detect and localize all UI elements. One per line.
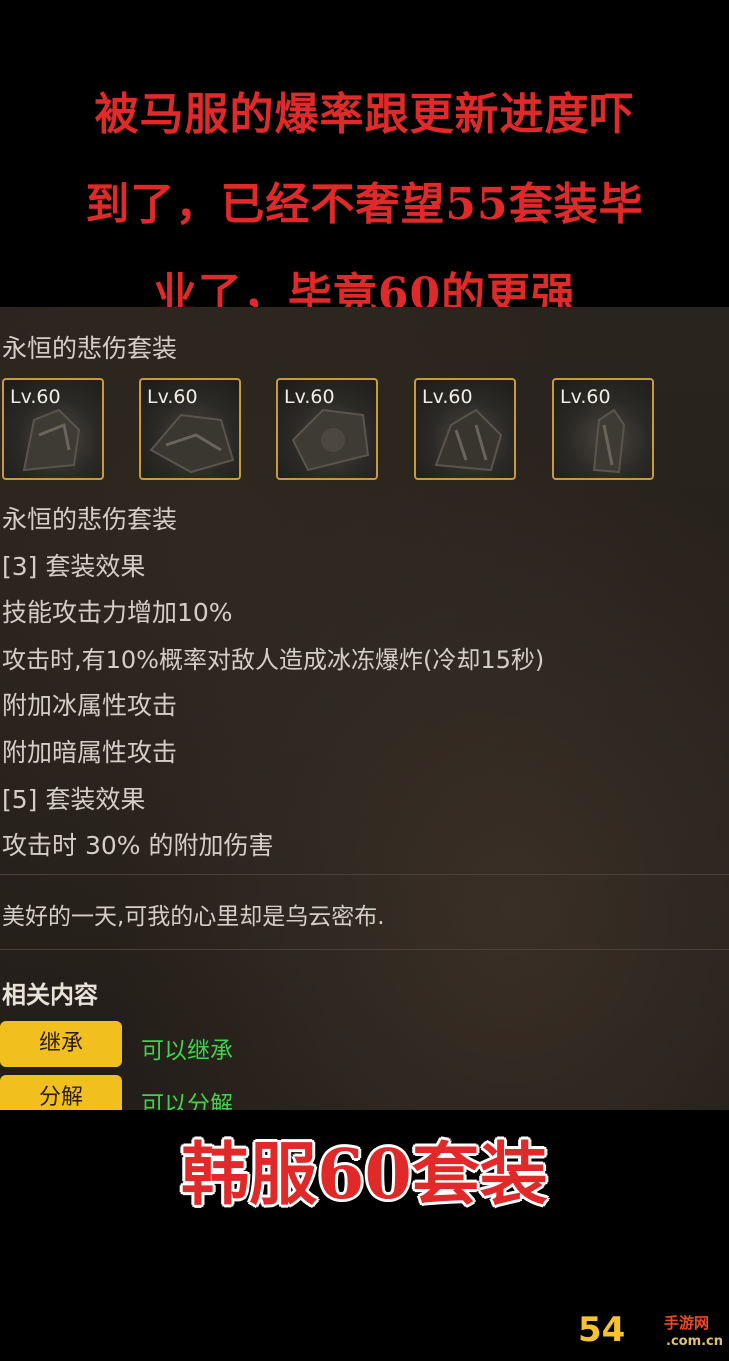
item-slot-4[interactable]: Lv.60 — [414, 378, 516, 480]
site-watermark: 54 手游网 .com.cn — [578, 1310, 728, 1358]
disassemble-note: 可以分解 — [141, 1092, 233, 1110]
inherit-button[interactable]: 继承 — [0, 1021, 122, 1067]
caption-line-1: 被马服的爆率跟更新进度吓 — [94, 89, 635, 140]
set-effect-line: 攻击时,有10%概率对敌人造成冰冻爆炸(冷却15秒) — [2, 646, 545, 674]
set-name: 永恒的悲伤套装 — [2, 505, 178, 534]
set-effect-5-header: [5] 套装效果 — [2, 785, 146, 814]
item-slot-5[interactable]: Lv.60 — [552, 378, 654, 480]
set-effect-line: 附加暗属性攻击 — [2, 738, 178, 767]
item-slot-1[interactable]: Lv.60 — [2, 378, 104, 480]
divider — [0, 949, 729, 950]
divider — [0, 874, 729, 875]
set-effect-line: 攻击时 30% 的附加伤害 — [2, 831, 274, 860]
item-slot-2[interactable]: Lv.60 — [139, 378, 241, 480]
set-effect-line: 技能攻击力增加10% — [2, 598, 233, 627]
item-level: Lv.60 — [560, 386, 611, 408]
watermark-logo: 54 — [578, 1310, 626, 1350]
item-level: Lv.60 — [147, 386, 198, 408]
bottom-caption: 韩服60套装 — [181, 1135, 548, 1215]
set-effect-line: 附加冰属性攻击 — [2, 691, 178, 720]
item-slot-3[interactable]: Lv.60 — [276, 378, 378, 480]
item-level: Lv.60 — [422, 386, 473, 408]
watermark-domain: .com.cn — [666, 1334, 724, 1349]
set-effect-3-header: [3] 套装效果 — [2, 552, 146, 581]
flavor-text: 美好的一天,可我的心里却是乌云密布. — [2, 904, 385, 930]
caption-line-2: 到了，已经不奢望55套装毕 — [85, 179, 644, 230]
item-level: Lv.60 — [284, 386, 335, 408]
watermark-sub: 手游网 — [664, 1314, 710, 1332]
disassemble-button[interactable]: 分解 — [0, 1075, 122, 1110]
related-content-label: 相关内容 — [2, 981, 98, 1009]
top-caption: 被马服的爆率跟更新进度吓 到了，已经不奢望55套装毕 业了，毕竟60的更强 — [0, 70, 729, 340]
item-level: Lv.60 — [10, 386, 61, 408]
item-tooltip-panel: 永恒的悲伤套装 Lv.60 Lv.60 Lv.60 Lv.60 Lv.60 永恒… — [0, 307, 729, 1110]
inherit-note: 可以继承 — [141, 1038, 233, 1064]
set-title-top: 永恒的悲伤套装 — [2, 334, 178, 363]
